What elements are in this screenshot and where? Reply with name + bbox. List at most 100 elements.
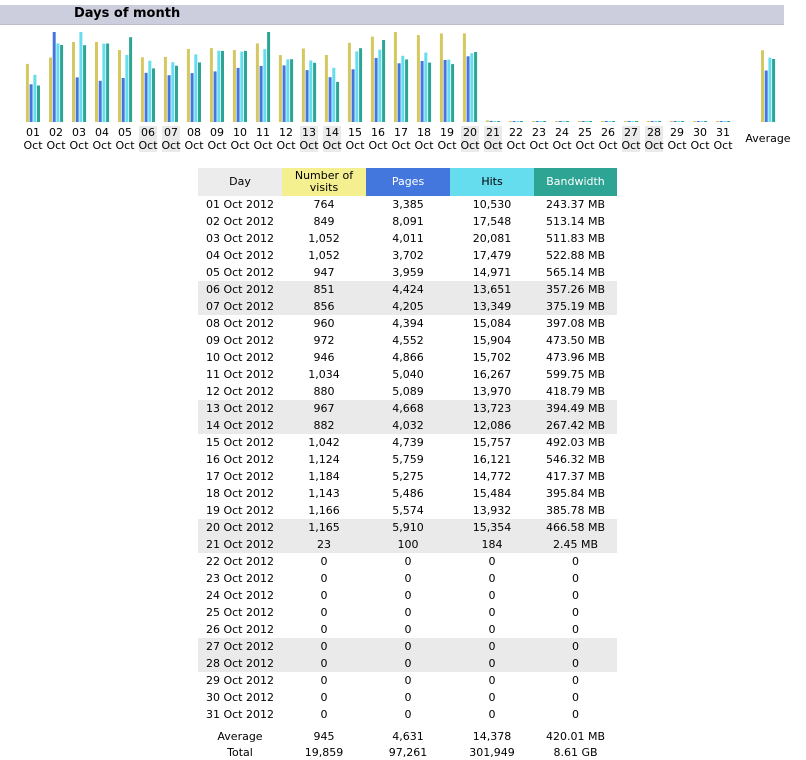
day-22-visits-bar (508, 121, 512, 122)
x-tick-month: Oct (621, 139, 641, 152)
day-07-bandwidth-bar (175, 65, 178, 122)
x-tick-month: Oct (713, 139, 733, 152)
day-09-bandwidth-bar (221, 50, 224, 122)
cell-pages: 0 (404, 606, 412, 619)
cell-visits: 0 (282, 655, 366, 672)
cell-pages: 0 (404, 572, 412, 585)
x-tick-day: 05 (118, 126, 132, 139)
average-hits: 14,378 (472, 729, 512, 743)
x-tick-day: 07 (164, 126, 178, 139)
cell-visits: 849 (313, 215, 335, 228)
day-19-pages-bar (443, 60, 447, 122)
table-row: 10 Oct 2012 946 4,866 15,702 473.96 MB (198, 349, 617, 366)
cell-bandwidth: 492.03 MB (545, 436, 606, 449)
x-tick-day: 10 (233, 126, 247, 139)
day-11-bandwidth-bar (267, 32, 271, 122)
cell-visits: 0 (320, 572, 328, 585)
cell-pages: 4,424 (366, 281, 450, 298)
cell-bandwidth: 0 (572, 674, 579, 687)
day-27-bandwidth-bar (635, 121, 639, 122)
cell-visits: 882 (282, 417, 366, 434)
day-21-visits-bar (485, 120, 489, 122)
x-tick-month: Oct (46, 139, 66, 152)
cell-visits: 880 (313, 385, 335, 398)
cell-pages: 4,866 (392, 351, 424, 364)
cell-bandwidth: 397.08 MB (545, 317, 606, 330)
cell-bandwidth: 385.78 MB (545, 504, 606, 517)
days-table-wrapper: Day Number of visits Pages Hits Bandwidt… (198, 168, 617, 760)
day-19-visits-bar (439, 33, 443, 122)
cell-hits: 15,484 (472, 487, 512, 500)
cell-bandwidth: 0 (572, 572, 579, 585)
x-tick-day: 17 (394, 126, 408, 139)
day-13-bandwidth-bar (313, 62, 317, 122)
day-03-pages-bar (75, 77, 79, 122)
cell-day: 03 Oct 2012 (205, 232, 274, 245)
day-04-bandwidth-bar (106, 43, 110, 122)
table-row: 21 Oct 2012 23 100 184 2.45 MB (198, 536, 617, 553)
day-15-bandwidth-bar (359, 48, 363, 123)
cell-bandwidth: 522.88 MB (545, 249, 606, 262)
cell-hits: 0 (450, 638, 534, 655)
day-19-bandwidth-bar (451, 64, 455, 122)
cell-day: 11 Oct 2012 (205, 368, 274, 381)
cell-bandwidth: 267.42 MB (534, 417, 617, 434)
x-tick-day: 16 (371, 126, 385, 139)
day-20-pages-bar (466, 56, 470, 122)
cell-visits: 960 (313, 317, 335, 330)
day-28-pages-bar (650, 121, 654, 122)
cell-pages: 5,275 (392, 470, 424, 483)
day-03-hits-bar (79, 32, 83, 122)
day-26-visits-bar (601, 121, 604, 122)
day-18-bandwidth-bar (428, 62, 432, 122)
cell-visits: 1,124 (308, 453, 340, 466)
table-row: 20 Oct 2012 1,165 5,910 15,354 466.58 MB (198, 519, 617, 536)
section-header: Days of month (0, 5, 784, 25)
day-16-visits-bar (370, 36, 374, 122)
cell-hits: 0 (488, 555, 496, 568)
x-tick-day: 31 (716, 126, 730, 139)
cell-pages: 4,668 (366, 400, 450, 417)
cell-bandwidth: 375.19 MB (534, 298, 617, 315)
cell-pages: 0 (404, 674, 412, 687)
cell-day: 21 Oct 2012 (198, 536, 282, 553)
table-header-row: Day Number of visits Pages Hits Bandwidt… (198, 168, 617, 196)
table-row: 11 Oct 2012 1,034 5,040 16,267 599.75 MB (198, 366, 617, 383)
cell-day: 04 Oct 2012 (205, 249, 274, 262)
x-tick-month: Oct (690, 139, 710, 152)
cell-hits: 20,081 (472, 232, 512, 245)
day-17-bandwidth-bar (405, 59, 409, 122)
cell-visits: 1,052 (308, 232, 340, 245)
day-02-visits-bar (49, 57, 52, 122)
day-09-pages-bar (213, 71, 217, 122)
cell-pages: 3,385 (392, 198, 424, 211)
day-24-visits-bar (555, 121, 558, 122)
cell-day: 24 Oct 2012 (205, 589, 274, 602)
cell-bandwidth: 0 (534, 638, 617, 655)
cell-day: 30 Oct 2012 (205, 691, 274, 704)
cell-hits: 15,354 (450, 519, 534, 536)
cell-bandwidth: 473.96 MB (545, 351, 606, 364)
cell-pages: 5,759 (392, 453, 424, 466)
day-10-visits-bar (232, 50, 236, 122)
x-tick-day: 12 (279, 126, 293, 139)
x-tick-month: Oct (598, 139, 618, 152)
x-tick-month: Oct (667, 139, 687, 152)
day-06-hits-bar (148, 60, 152, 122)
x-tick-day: 11 (256, 126, 270, 139)
x-tick-day: 28 (647, 126, 661, 139)
cell-bandwidth: 473.50 MB (545, 334, 606, 347)
cell-day: 09 Oct 2012 (205, 334, 274, 347)
table-row: 29 Oct 2012 0 0 0 0 (198, 672, 617, 689)
day-07-pages-bar (167, 75, 171, 122)
day-14-visits-bar (324, 55, 328, 122)
cell-hits: 13,651 (450, 281, 534, 298)
cell-day: 02 Oct 2012 (205, 215, 274, 228)
x-tick-month: Oct (115, 139, 135, 152)
table-row: 03 Oct 2012 1,052 4,011 20,081 511.83 MB (198, 230, 617, 247)
table-row: 23 Oct 2012 0 0 0 0 (198, 570, 617, 587)
cell-bandwidth: 0 (572, 691, 579, 704)
day-20-hits-bar (470, 53, 474, 123)
cell-pages: 5,040 (392, 368, 424, 381)
cell-bandwidth: 513.14 MB (545, 215, 606, 228)
